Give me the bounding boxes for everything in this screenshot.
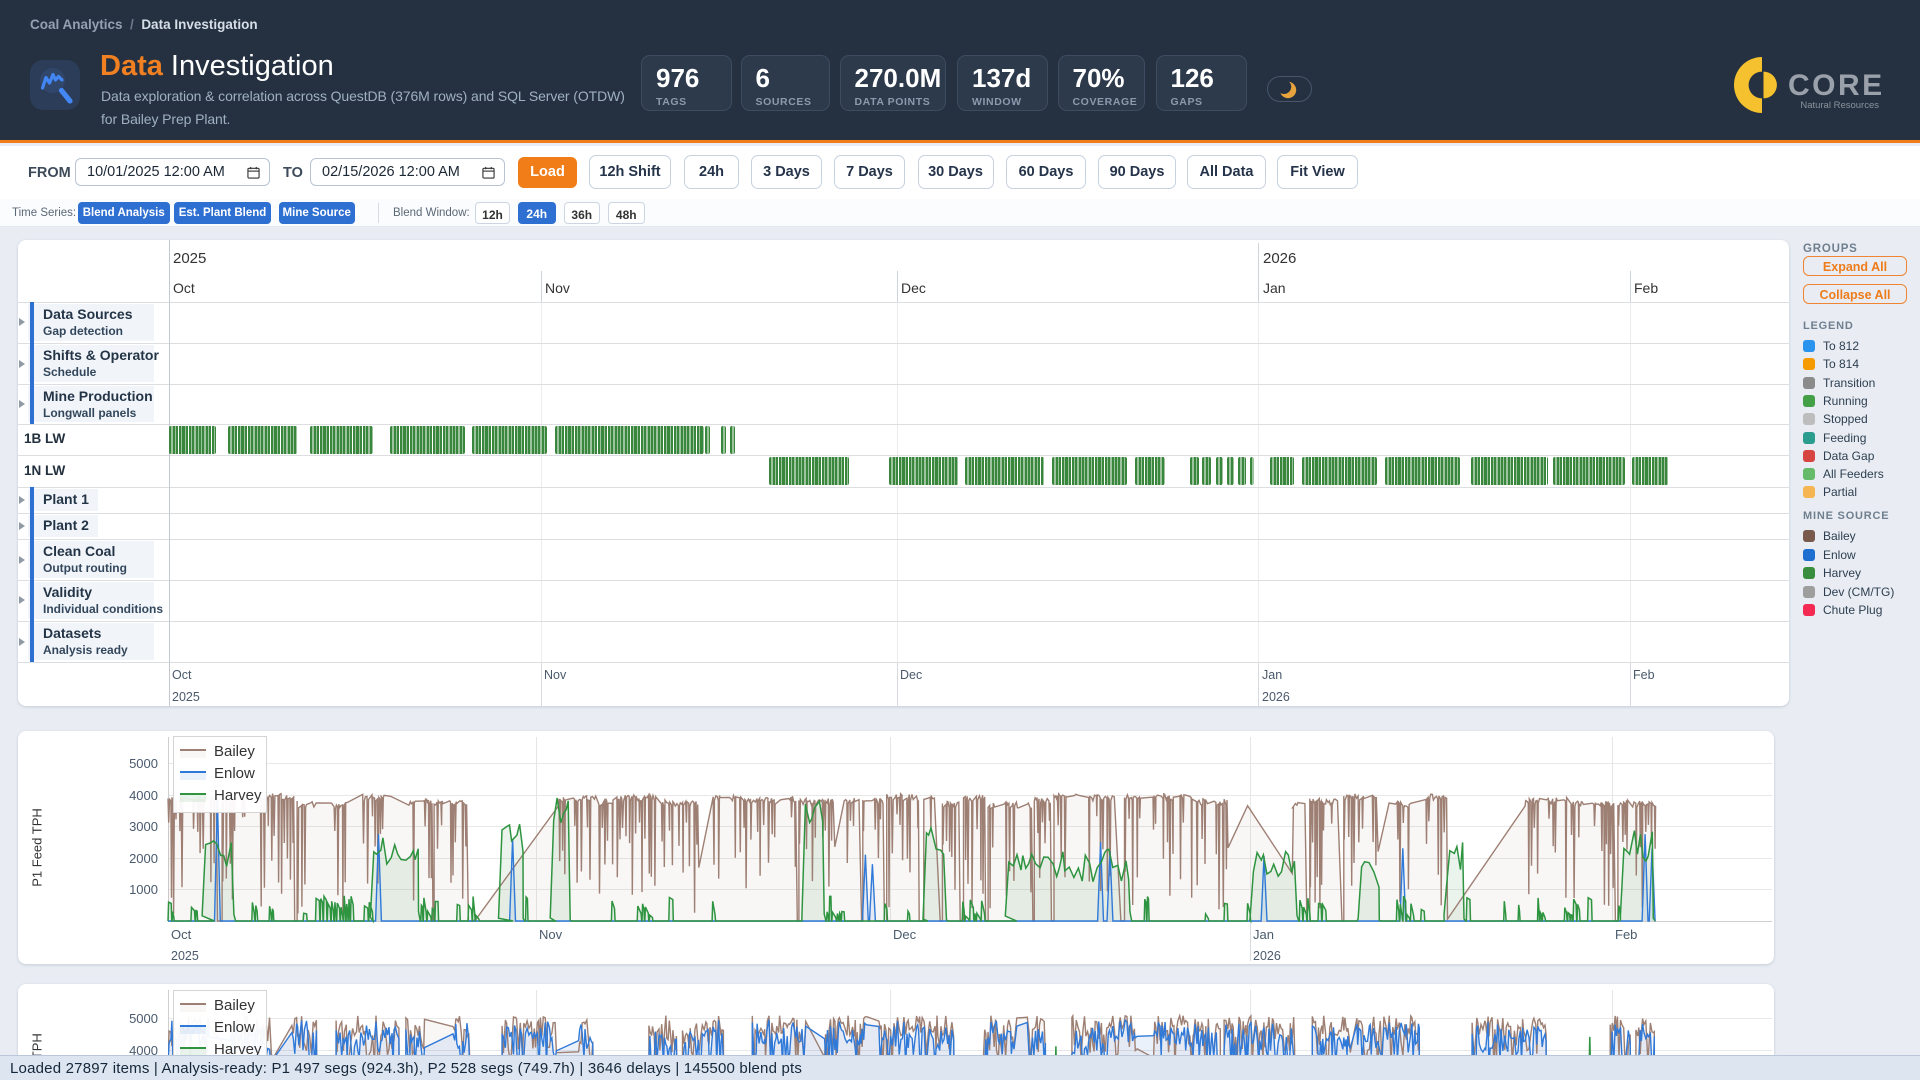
svg-text:CORE: CORE — [1788, 69, 1885, 102]
svg-text:Natural Resources: Natural Resources — [1800, 100, 1879, 111]
